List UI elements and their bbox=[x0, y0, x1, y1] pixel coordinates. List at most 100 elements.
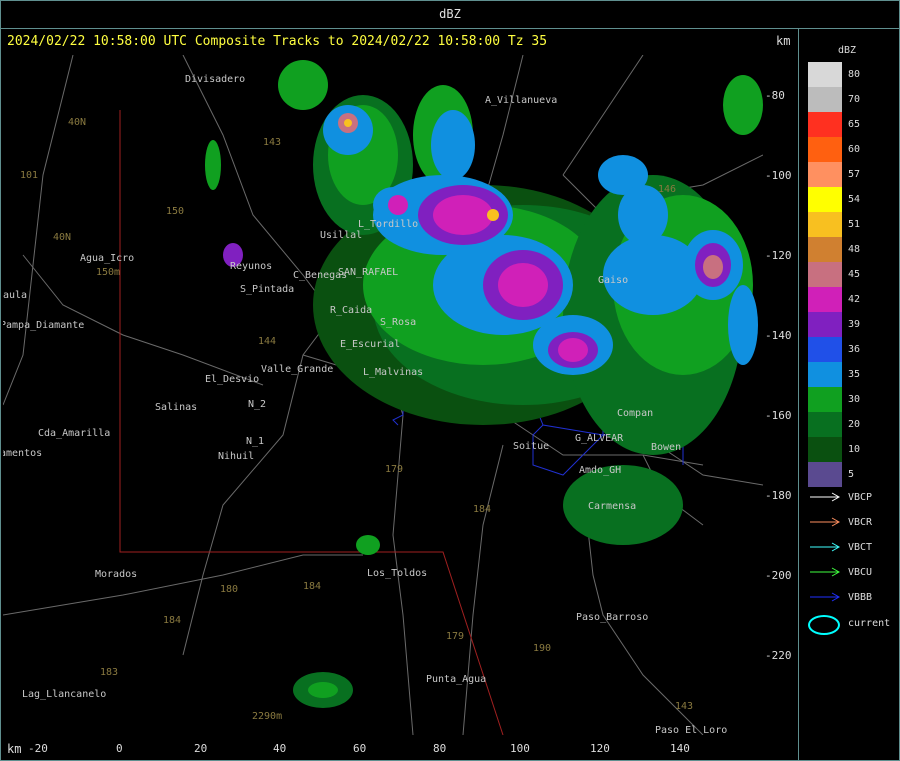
color-swatch-20 bbox=[808, 412, 842, 437]
road-number: 40N bbox=[53, 232, 71, 243]
place-label: Gaiso bbox=[598, 275, 628, 286]
km-unit-bottom: km bbox=[7, 742, 22, 756]
color-swatch-65 bbox=[808, 112, 842, 137]
road-number: 179 bbox=[446, 631, 464, 642]
scale-label: 65 bbox=[848, 119, 861, 130]
place-label: Pampa_Diamante bbox=[3, 320, 84, 331]
composite-subtitle: 2024/02/22 10:58:00 UTC Composite Tracks… bbox=[7, 34, 548, 49]
place-label: N_1 bbox=[246, 436, 264, 447]
x-tick: 60 bbox=[353, 742, 367, 755]
place-label: A_Villanueva bbox=[485, 95, 557, 106]
window-title: dBZ bbox=[439, 7, 461, 21]
place-label: L_Tordillo bbox=[358, 219, 418, 230]
road-number: 180 bbox=[220, 584, 238, 595]
color-swatch-36 bbox=[808, 337, 842, 362]
km-unit-top: km bbox=[776, 34, 791, 48]
title-bar: dBZ bbox=[0, 0, 900, 29]
place-label: Amdo_GH bbox=[579, 465, 621, 476]
x-tick: 140 bbox=[670, 742, 690, 755]
track-label-vbcu: VBCU bbox=[848, 567, 873, 578]
track-arrow-vbcu bbox=[810, 567, 841, 577]
track-label-vbct: VBCT bbox=[848, 542, 873, 553]
x-tick: 40 bbox=[273, 742, 287, 755]
track-arrow-vbct bbox=[810, 542, 841, 552]
place-label: Los_Toldos bbox=[367, 568, 427, 579]
place-label: Usillal bbox=[320, 230, 362, 241]
x-tick: -20 bbox=[28, 742, 48, 755]
place-label: Divisadero bbox=[185, 74, 245, 85]
radar-map-canvas: Divisadero A_Villanueva Agua_Icro aula P… bbox=[3, 55, 763, 735]
track-arrow-vbcr bbox=[810, 517, 841, 527]
color-swatch-80 bbox=[808, 62, 842, 87]
y-tick: -100 bbox=[765, 169, 792, 182]
place-label: G_ALVEAR bbox=[575, 433, 624, 444]
place-label: S_Rosa bbox=[380, 317, 416, 328]
track-label-vbcp: VBCP bbox=[848, 492, 873, 503]
color-swatch-48 bbox=[808, 237, 842, 262]
scale-label: 5 bbox=[848, 469, 855, 480]
place-label: Lag_Llancanelo bbox=[22, 689, 106, 700]
place-label: Soitue bbox=[513, 441, 549, 452]
track-label-vbcr: VBCR bbox=[848, 517, 873, 528]
place-label: Valle_Grande bbox=[261, 364, 333, 375]
place-label: amentos bbox=[3, 448, 42, 459]
scale-label: 36 bbox=[848, 344, 861, 355]
road-number: 143 bbox=[263, 137, 281, 148]
y-tick: -120 bbox=[765, 249, 792, 262]
scale-label: 54 bbox=[848, 194, 861, 205]
color-swatch-5 bbox=[808, 462, 842, 487]
y-tick: -200 bbox=[765, 569, 792, 582]
x-tick: 20 bbox=[194, 742, 208, 755]
place-label: Carmensa bbox=[588, 501, 636, 512]
place-label: Paso_Barroso bbox=[576, 612, 648, 623]
scale-label: 20 bbox=[848, 419, 861, 430]
road-number: 184 bbox=[163, 615, 181, 626]
scale-label: 60 bbox=[848, 144, 861, 155]
scale-label: 10 bbox=[848, 444, 861, 455]
place-label: Salinas bbox=[155, 402, 197, 413]
color-swatch-60 bbox=[808, 137, 842, 162]
legend-title: dBZ bbox=[838, 45, 857, 56]
road-number: 144 bbox=[258, 336, 276, 347]
place-label: Agua_Icro bbox=[80, 253, 134, 264]
road-number: 101 bbox=[20, 170, 38, 181]
place-label: El_Desvio bbox=[205, 374, 259, 385]
road-number: 184 bbox=[303, 581, 321, 592]
scale-label: 70 bbox=[848, 94, 861, 105]
scale-label: 35 bbox=[848, 369, 861, 380]
color-swatch-30 bbox=[808, 387, 842, 412]
place-label: R_Caida bbox=[330, 305, 372, 316]
road-number: 150 bbox=[166, 206, 184, 217]
x-tick: 0 bbox=[116, 742, 123, 755]
place-label: Morados bbox=[95, 569, 137, 580]
y-tick: -220 bbox=[765, 649, 792, 662]
road-number: 143 bbox=[675, 701, 693, 712]
place-label: N_2 bbox=[248, 399, 266, 410]
color-swatch-39 bbox=[808, 312, 842, 337]
place-label: Nihuil bbox=[218, 451, 254, 462]
place-label: Punta_Agua bbox=[426, 674, 486, 685]
road-number: 40N bbox=[68, 117, 86, 128]
track-arrow-vbbb bbox=[810, 592, 841, 602]
scale-label: 39 bbox=[848, 319, 861, 330]
color-scale bbox=[808, 62, 842, 487]
color-swatch-70 bbox=[808, 87, 842, 112]
place-label: E_Escurial bbox=[340, 339, 400, 350]
color-swatch-45 bbox=[808, 262, 842, 287]
radar-echoes bbox=[205, 60, 763, 708]
place-label: Bowen bbox=[651, 442, 681, 453]
road-number: 190 bbox=[533, 643, 551, 654]
place-label: Cda_Amarilla bbox=[38, 428, 110, 439]
scale-label: 30 bbox=[848, 394, 861, 405]
place-label: L_Malvinas bbox=[363, 367, 423, 378]
place-label: S_Pintada bbox=[240, 284, 294, 295]
scale-label: 57 bbox=[848, 169, 861, 180]
place-label: Compan bbox=[617, 408, 653, 419]
color-swatch-51 bbox=[808, 212, 842, 237]
radar-map[interactable]: Divisadero A_Villanueva Agua_Icro aula P… bbox=[3, 55, 763, 735]
place-label: aula bbox=[3, 290, 27, 301]
place-label: Reyunos bbox=[230, 261, 272, 272]
scale-label: 48 bbox=[848, 244, 861, 255]
road-number: 150m bbox=[96, 267, 120, 278]
road-number: 184 bbox=[473, 504, 491, 515]
